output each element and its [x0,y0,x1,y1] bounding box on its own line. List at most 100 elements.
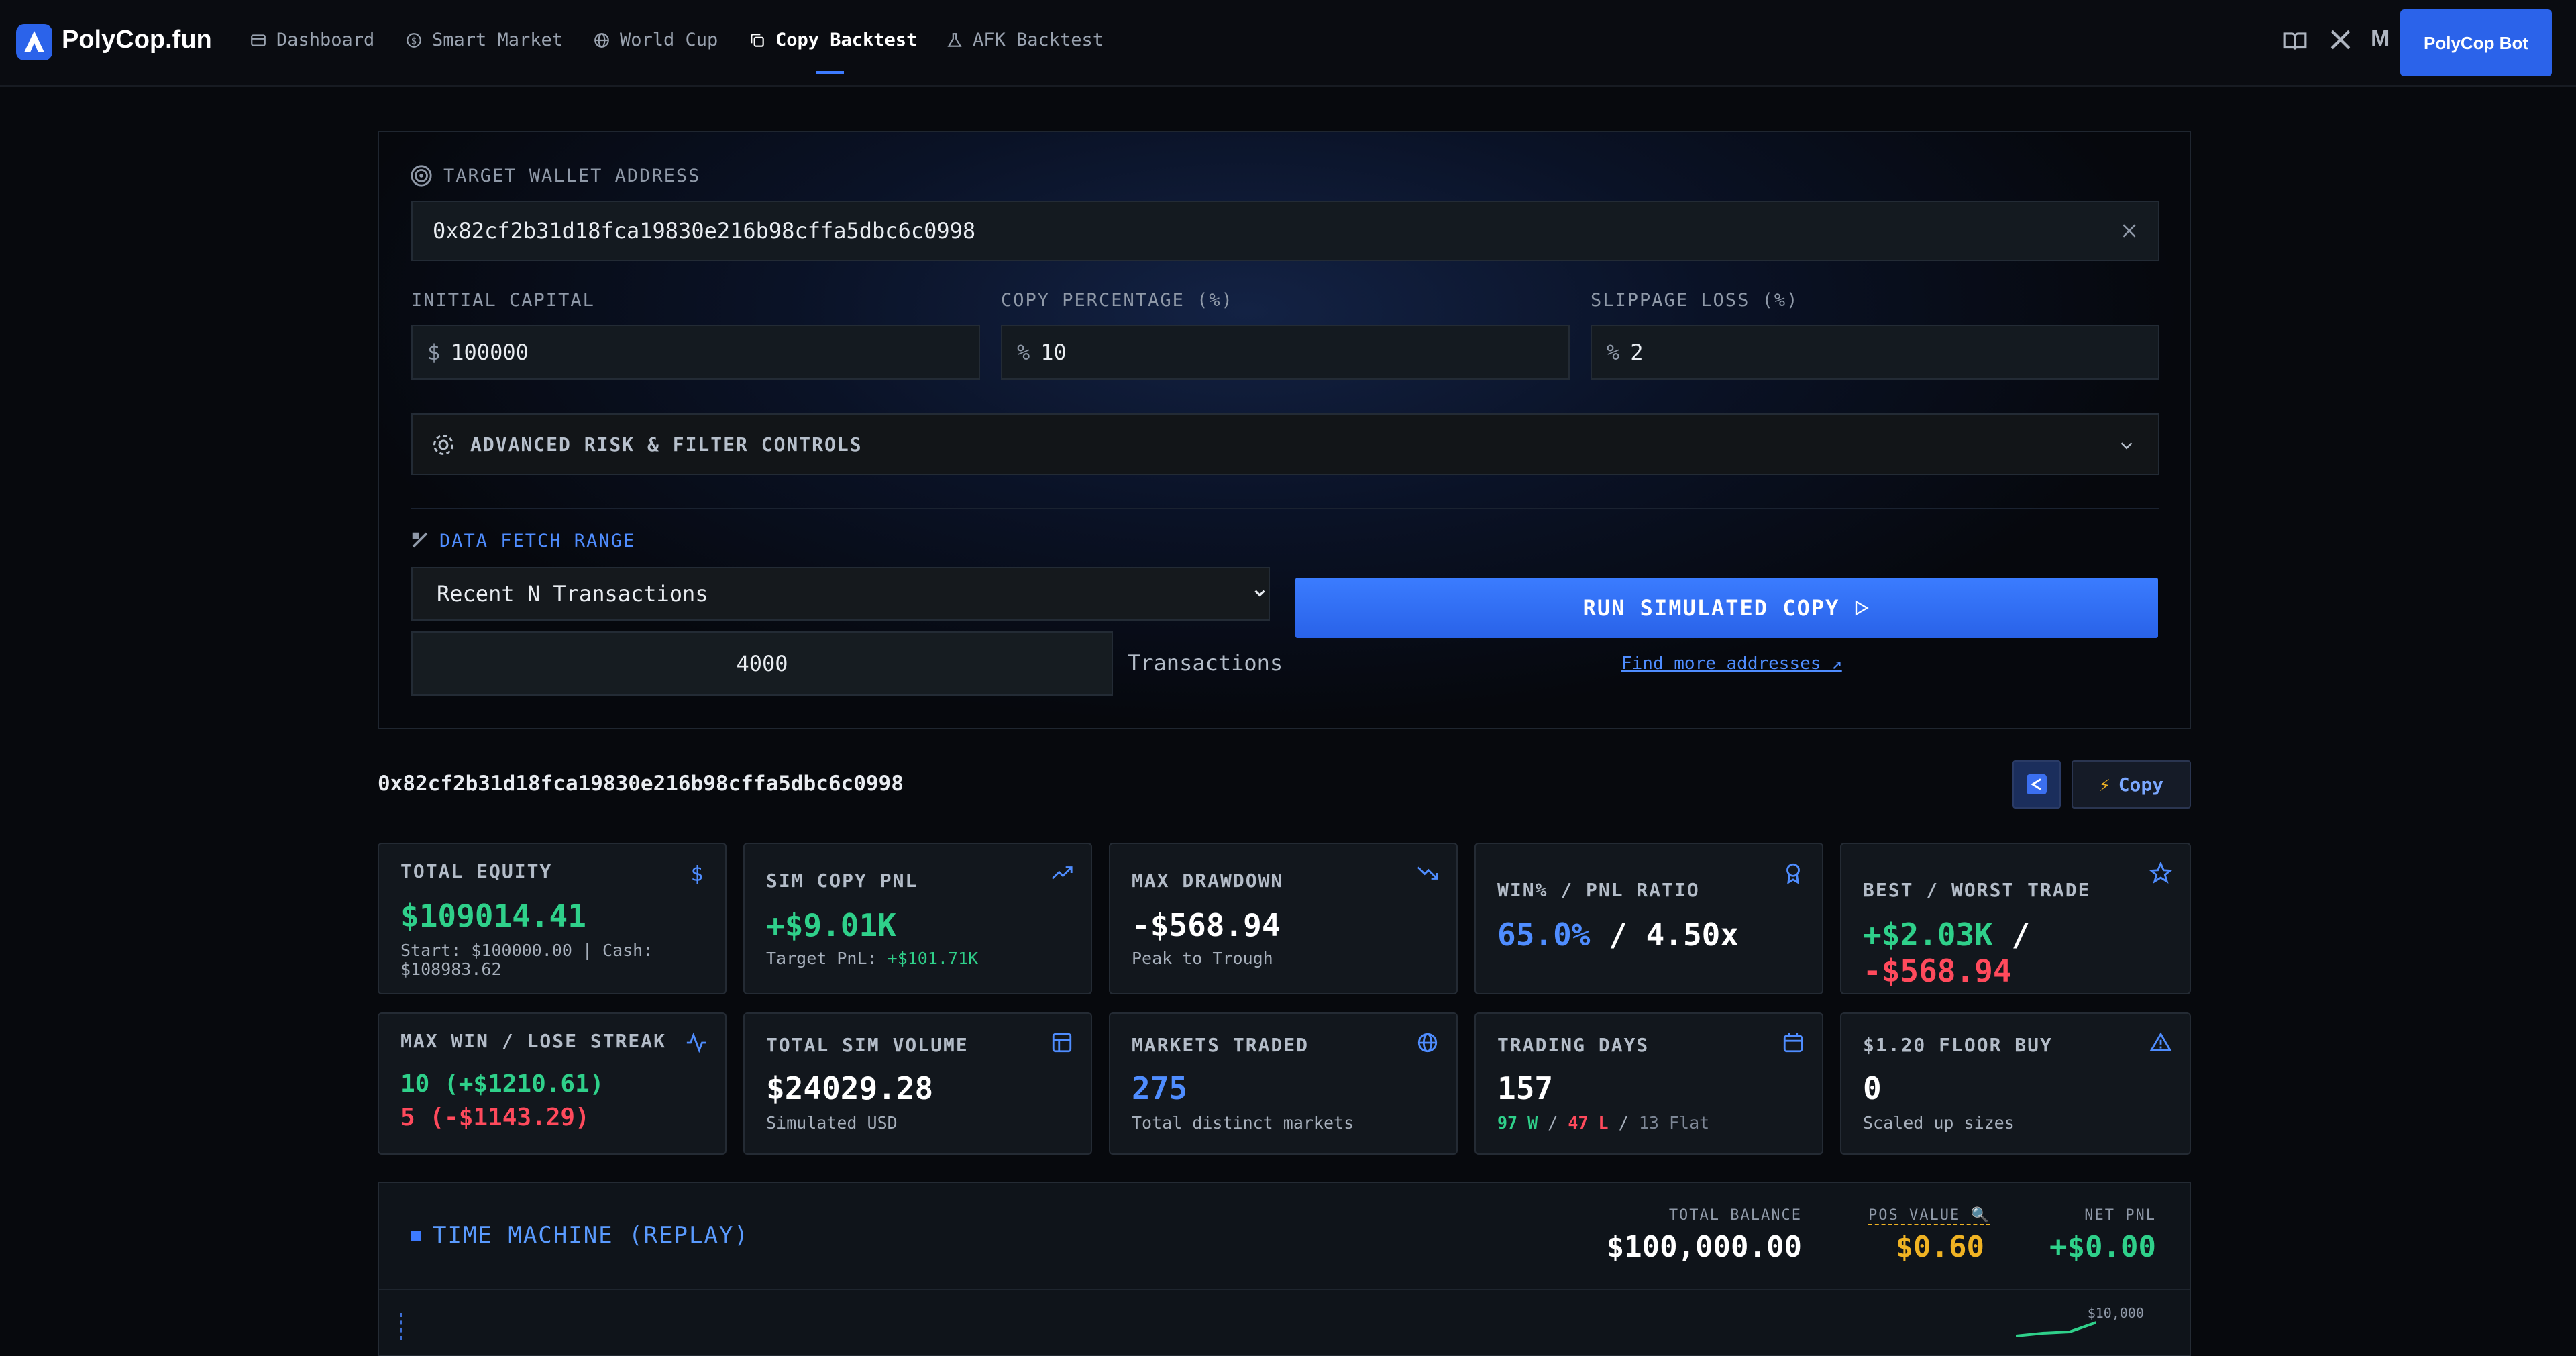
copy-button-label: Copy [2118,773,2164,796]
wallet-address-value: 0x82cf2b31d18fca19830e216b98cffa5dbc6c09… [433,218,976,244]
total-balance-label: TOTAL BALANCE [1668,1207,1802,1224]
trading-days-card: TRADING DAYS 157 97 W / 47 L / 13 Flat [1474,1012,1823,1155]
win-pnl-ratio-card: WIN% / PNL RATIO 65.0% / 4.50x [1474,843,1823,994]
drawdown-value: -$568.94 [1132,907,1281,943]
brand-name[interactable]: PolyCop.fun [62,25,212,54]
pos-value-label[interactable]: POS VALUE 🔍 [1868,1207,1990,1225]
target-pnl-value: +$101.71K [887,949,979,968]
nav-copy-backtest[interactable]: Copy Backtest [749,30,917,50]
share-button[interactable] [2012,760,2061,809]
lose-streak: 5 (-$1143.29) [400,1104,590,1131]
slippage-value: 2 [1630,340,1644,365]
floor-title: $1.20 FLOOR BUY [1863,1034,2053,1056]
layout-icon [1052,1033,1072,1053]
nav-smart-market[interactable]: $ Smart Market [405,30,563,50]
slippage-input[interactable]: % 2 [1591,325,2159,380]
app-logo-icon[interactable] [16,24,52,60]
copy-value: 10 [1040,340,1067,365]
initial-capital-input[interactable]: $ 100000 [411,325,980,380]
copy-percentage-input[interactable]: % 10 [1001,325,1570,380]
days-sep-1: / [1548,1113,1558,1133]
book-icon[interactable] [2282,28,2308,60]
capital-label: INITIAL CAPITAL [411,290,595,311]
sim-copy-pnl-card: SIM COPY PNL +$9.01K Target PnL: +$101.7… [743,843,1092,994]
select-chevron-icon [1254,590,1265,597]
days-breakdown: 97 W / 47 L / 13 Flat [1497,1113,1709,1133]
active-tab-indicator [816,71,844,74]
volume-value: $24029.28 [766,1070,934,1106]
globe-icon [594,32,609,48]
polycop-bot-button[interactable]: PolyCop Bot [2400,9,2552,76]
win-pnl-sep: / [1609,917,1627,953]
x-twitter-icon[interactable] [2329,28,2352,57]
best-worst-values: +$2.03K / -$568.94 [1863,917,2190,989]
star-icon [2149,862,2172,884]
nav-copy-backtest-label: Copy Backtest [775,30,918,50]
magnifier-icon: 🔍 [1970,1207,1990,1224]
nav-world-cup[interactable]: World Cup [593,30,718,50]
chevron-down-icon[interactable] [2116,435,2137,456]
max-drawdown-card: MAX DRAWDOWN -$568.94 Peak to Trough [1109,843,1458,994]
gear-icon [433,435,453,455]
find-more-addresses-link[interactable]: Find more addresses ↗ [1621,654,1842,674]
divider [411,508,2159,509]
fetch-mode-select[interactable]: Recent N Transactions [411,567,1270,621]
activity-icon [686,1032,706,1053]
worst-trade: -$568.94 [1863,953,2012,989]
wallet-address-input[interactable]: 0x82cf2b31d18fca19830e216b98cffa5dbc6c09… [411,201,2159,261]
dollar-icon: $ [691,862,704,884]
transaction-count-input[interactable]: 4000 [411,631,1113,696]
markets-sub: Total distinct markets [1132,1113,1354,1133]
volume-sub: Simulated USD [766,1113,898,1133]
floor-sub: Scaled up sizes [1863,1113,2015,1133]
lightning-icon: ⚡ [2098,773,2110,796]
total-balance-value: $100,000.00 [1606,1230,1802,1264]
dollar-circle-icon: $ [407,32,421,48]
sim-pnl-value: +$9.01K [766,907,896,943]
copy-icon [751,33,764,47]
win-streak: 10 (+$1210.61) [400,1070,604,1098]
days-wins: 97 W [1497,1113,1538,1133]
chart-cursor-line [400,1313,402,1340]
copy-prefix: % [1017,340,1030,365]
advanced-controls-label: ADVANCED RISK & FILTER CONTROLS [470,433,863,456]
run-simulated-copy-button[interactable]: RUN SIMULATED COPY [1295,578,2158,638]
run-button-label: RUN SIMULATED COPY [1582,595,1840,621]
warning-icon [2149,1032,2172,1051]
net-pnl-value: +$0.00 [2049,1230,2156,1264]
transactions-unit-label: Transactions [1128,650,1283,676]
result-wallet-address: 0x82cf2b31d18fca19830e216b98cffa5dbc6c09… [378,772,904,796]
drawdown-title: MAX DRAWDOWN [1132,870,1284,892]
transaction-count-value: 4000 [736,651,788,676]
globe-icon [1417,1033,1438,1053]
nav-afk-backtest[interactable]: AFK Backtest [946,30,1104,50]
satellite-icon [412,532,428,548]
clear-icon[interactable] [2119,221,2139,241]
wallet-label: TARGET WALLET ADDRESS [443,166,701,187]
pos-value: $0.60 [1895,1230,1984,1264]
win-pnl-values: 65.0% / 4.50x [1497,917,1739,953]
chart-line-sparkline [2016,1321,2096,1337]
markets-traded-card: MARKETS TRADED 275 Total distinct market… [1109,1012,1458,1155]
fetch-range-label: DATA FETCH RANGE [439,531,636,552]
svg-text:$: $ [691,862,704,884]
floor-value: 0 [1863,1070,1882,1106]
target-pnl-label: Target PnL: [766,949,877,968]
svg-text:$: $ [411,36,417,46]
trending-up-icon [1051,866,1073,880]
play-icon [1856,600,1870,616]
volume-title: TOTAL SIM VOLUME [766,1034,969,1056]
best-worst-title: BEST / WORST TRADE [1863,879,2091,901]
time-machine-panel: TIME MACHINE (REPLAY) TOTAL BALANCE $100… [378,1182,2191,1356]
medium-icon[interactable]: M [2371,25,2390,52]
streak-card: MAX WIN / LOSE STREAK 10 (+$1210.61) 5 (… [378,1012,727,1155]
backtest-config-panel: TARGET WALLET ADDRESS 0x82cf2b31d18fca19… [378,131,2191,729]
nav-dashboard[interactable]: Dashboard [250,30,374,50]
days-value: 157 [1497,1070,1554,1106]
best-trade: +$2.03K [1863,917,1993,953]
copy-strategy-button[interactable]: ⚡ Copy [2072,760,2191,809]
advanced-controls-toggle[interactable]: ADVANCED RISK & FILTER CONTROLS [411,413,2159,475]
total-equity-value: $109014.41 [400,898,586,934]
days-flat: 13 Flat [1638,1113,1710,1133]
markets-title: MARKETS TRADED [1132,1034,1309,1056]
